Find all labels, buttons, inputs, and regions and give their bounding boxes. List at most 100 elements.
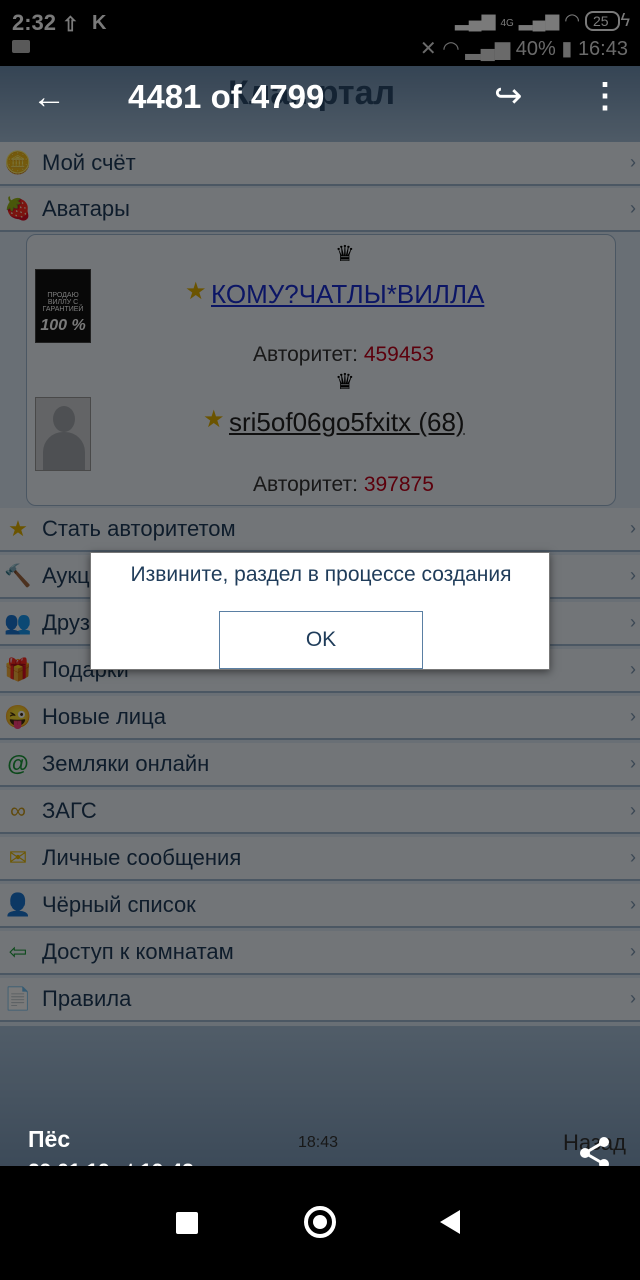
image-info: Пёс 29.01.19 at 19:43 xyxy=(0,1106,640,1183)
recents-square-icon[interactable] xyxy=(176,1212,198,1234)
status-right-bottom: ✕ ◠ ▂▄▆ 40% ▮ 16:43 xyxy=(420,36,628,61)
user-link-2[interactable]: sri5of06go5fxitx (68) xyxy=(229,407,465,438)
authority-2: Авторитет: 397875 xyxy=(253,473,434,497)
authority-value: 459453 xyxy=(363,343,434,366)
chevron-right-icon: › xyxy=(630,565,636,585)
envelope-icon: ✉ xyxy=(8,845,28,870)
chevron-right-icon: › xyxy=(630,198,636,218)
status-bar: 2:32 ⇧ K ▂▄▆ 4G ▂▄▆ ◠ 25 ϟ ✕ ◠ ▂▄▆ 40% ▮… xyxy=(0,0,640,66)
strawberry-icon: 🍓 xyxy=(4,196,32,221)
menu-item-become-authority[interactable]: ★ Стать авторитетом › xyxy=(0,508,640,552)
avatar-placeholder-body xyxy=(43,432,85,470)
ok-button[interactable]: OK xyxy=(219,611,423,669)
forward-icon[interactable]: ↪ xyxy=(494,76,523,116)
chevron-right-icon: › xyxy=(630,894,636,914)
avatar-1-big: 100 % xyxy=(40,317,86,334)
door-icon: ⇦ xyxy=(8,939,28,964)
chevron-right-icon: › xyxy=(630,659,636,679)
signal2-icon: ▂▄▆ xyxy=(518,10,560,30)
menu-item-label: Новые лица xyxy=(42,704,166,729)
star-icon: ★ xyxy=(8,516,28,541)
rings-icon: ∞ xyxy=(10,798,26,823)
menu-item-label: Земляки онлайн xyxy=(42,751,210,776)
gift-icon: 🎁 xyxy=(4,657,32,682)
wifi-icon: ◠ xyxy=(564,10,580,30)
chevron-right-icon: › xyxy=(630,152,636,172)
system-nav-bar xyxy=(0,1166,640,1280)
screen: 2:32 ⇧ K ▂▄▆ 4G ▂▄▆ ◠ 25 ϟ ✕ ◠ ▂▄▆ 40% ▮… xyxy=(0,0,640,1280)
charging-icon: ϟ xyxy=(620,10,630,30)
crown-icon: ♛ xyxy=(335,241,355,266)
document-icon: 📄 xyxy=(4,986,32,1011)
avatars-panel: ПРОДАЮ ВИЛЛУ С ГАРАНТИЕЙ 100 % ♛ ★ КОМУ?… xyxy=(26,234,616,506)
friends-icon: 👥 xyxy=(4,610,32,635)
menu-item-label: Мой счёт xyxy=(42,150,136,175)
home-circle-icon[interactable] xyxy=(304,1206,336,1238)
menu-item-blacklist[interactable]: 👤 Чёрный список › xyxy=(0,884,640,928)
status-right-top: ▂▄▆ 4G ▂▄▆ ◠ 25 ϟ xyxy=(455,10,630,31)
menu-item-label: ЗАГС xyxy=(42,798,97,823)
more-vert-icon[interactable]: ⋮ xyxy=(588,76,622,116)
menu-item-zags[interactable]: ∞ ЗАГС › xyxy=(0,790,640,834)
gavel-icon: 🔨 xyxy=(4,563,32,588)
battery-level: 25 xyxy=(593,13,609,29)
authority-label: Авторитет: xyxy=(253,473,364,496)
authority-label: Авторитет: xyxy=(253,343,364,366)
menu-item-label: Правила xyxy=(42,986,132,1011)
battery2-icon: ▮ xyxy=(561,38,573,60)
smiley-icon: 😜 xyxy=(4,704,32,729)
battery-icon: 25 xyxy=(585,11,621,31)
avatar-1-text: ПРОДАЮ ВИЛЛУ С ГАРАНТИЕЙ xyxy=(42,292,84,313)
menu-item-label: Личные сообщения xyxy=(42,845,242,870)
blacklist-icon: 👤 xyxy=(4,892,32,917)
image-author: Пёс xyxy=(28,1126,71,1152)
chevron-right-icon: › xyxy=(630,847,636,867)
menu-item-label: Стать авторитетом xyxy=(42,516,236,541)
wifi-off-icon: ◠ xyxy=(442,38,460,60)
user-link-1[interactable]: КОМУ?ЧАТЛЫ*ВИЛЛА xyxy=(211,279,484,310)
authority-1: Авторитет: 459453 xyxy=(253,343,434,367)
at-icon: @ xyxy=(7,751,29,776)
chevron-right-icon: › xyxy=(630,753,636,773)
back-arrow-icon[interactable]: ← xyxy=(32,78,66,117)
chevron-right-icon: › xyxy=(630,800,636,820)
avatar-placeholder-head xyxy=(53,406,75,432)
viewer-toolbar: ← 4481 of 4799 ↪ ⋮ xyxy=(0,66,640,130)
menu-item-messages[interactable]: ✉ Личные сообщения › xyxy=(0,837,640,881)
alert-dialog: Извините, раздел в процессе создания OK xyxy=(90,552,550,670)
menu-item-countrymen[interactable]: @ Земляки онлайн › xyxy=(0,743,640,787)
status-time: 2:32 xyxy=(12,10,57,35)
menu-item-label: Чёрный список xyxy=(42,892,196,917)
menu-item-label: Доступ к комнатам xyxy=(42,939,234,964)
crown2-icon: ♛ xyxy=(335,369,355,394)
menu-item-account[interactable]: 🪙 Мой счёт › xyxy=(0,142,640,186)
star-icon: ★ xyxy=(203,406,225,433)
menu-item-rules[interactable]: 📄 Правила › xyxy=(0,978,640,1022)
clock2: 16:43 xyxy=(577,38,628,60)
chevron-right-icon: › xyxy=(630,941,636,961)
network-label: 4G xyxy=(500,18,514,29)
dialog-message: Извините, раздел в процессе создания xyxy=(130,563,512,586)
share-icon[interactable] xyxy=(578,1136,612,1170)
signal-icon: ▂▄▆ xyxy=(454,10,496,30)
folder-icon xyxy=(12,40,30,53)
k-icon: K xyxy=(92,12,107,34)
mute-icon: ✕ xyxy=(419,38,437,60)
menu-item-avatars[interactable]: 🍓 Аватары › xyxy=(0,188,640,232)
star-icon: ★ xyxy=(185,278,207,305)
coins-icon: 🪙 xyxy=(4,150,32,175)
chevron-right-icon: › xyxy=(630,988,636,1008)
authority-value: 397875 xyxy=(363,473,434,496)
back-triangle-icon[interactable] xyxy=(440,1210,460,1234)
menu-item-room-access[interactable]: ⇦ Доступ к комнатам › xyxy=(0,931,640,975)
avatar-2[interactable] xyxy=(35,397,91,471)
avatar-1[interactable]: ПРОДАЮ ВИЛЛУ С ГАРАНТИЕЙ 100 % xyxy=(35,269,91,343)
battery-percent: 40% xyxy=(515,38,556,60)
image-counter: 4481 of 4799 xyxy=(128,78,325,115)
chevron-right-icon: › xyxy=(630,706,636,726)
chevron-right-icon: › xyxy=(630,612,636,632)
menu-item-new-faces[interactable]: 😜 Новые лица › xyxy=(0,696,640,740)
signal3-icon: ▂▄▆ xyxy=(465,38,511,60)
chevron-right-icon: › xyxy=(630,518,636,538)
menu-item-label: Аватары xyxy=(42,196,130,221)
